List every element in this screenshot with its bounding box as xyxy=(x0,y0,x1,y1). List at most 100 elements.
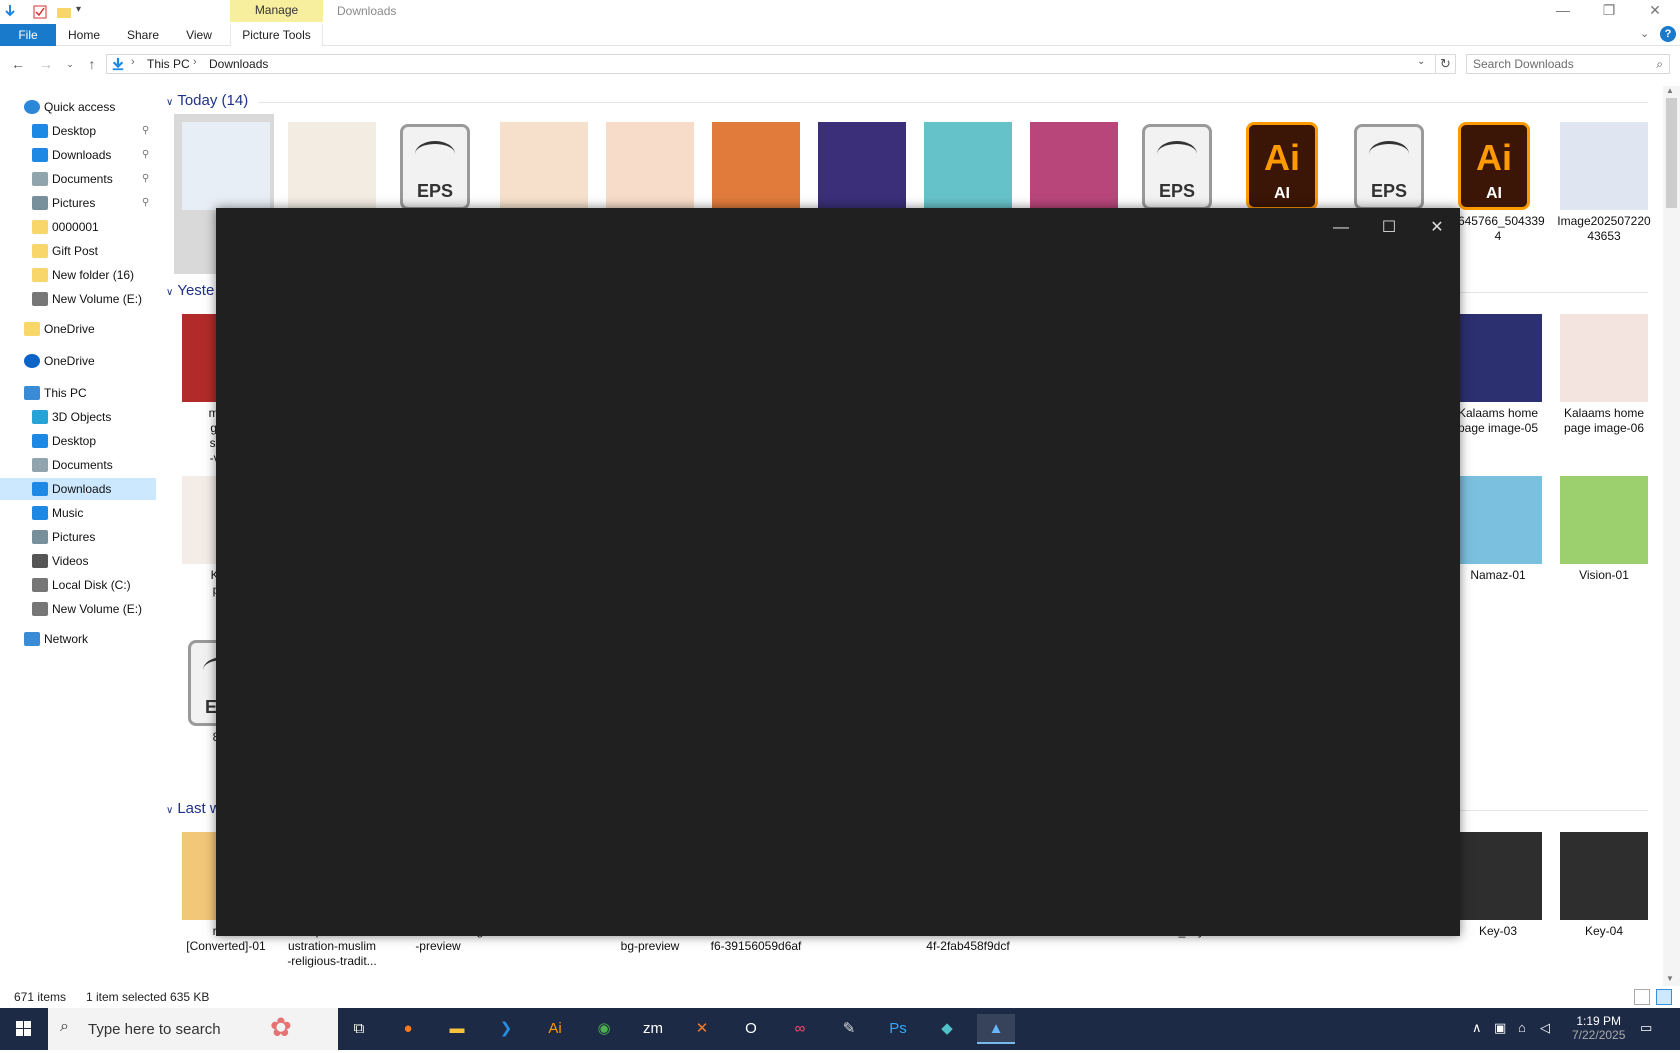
sidebar-item[interactable]: Desktop ⚲ xyxy=(0,120,156,142)
overlay-maximize-button[interactable]: ☐ xyxy=(1366,214,1412,242)
group-header-today[interactable]: ∨ Today (14) xyxy=(166,90,248,112)
overlay-minimize-button[interactable]: — xyxy=(1318,214,1364,242)
refresh-button[interactable]: ↻ xyxy=(1436,54,1456,74)
sidebar-item[interactable]: Downloads ⚲ xyxy=(0,144,156,166)
file-tile[interactable]: Image202507220 43653 xyxy=(1552,114,1652,274)
overlay-window[interactable]: — ☐ ✕ xyxy=(216,208,1460,936)
sidebar-item[interactable]: Network xyxy=(0,628,156,650)
recent-locations-icon[interactable]: ⌄ xyxy=(60,54,80,74)
group-header-yesterday[interactable]: ∨ Yeste xyxy=(166,280,214,302)
taskbar-search-input[interactable] xyxy=(88,1020,288,1038)
search-icon[interactable]: ⌕ xyxy=(1656,57,1663,72)
taskbar-app-pen-tool[interactable]: ✎ xyxy=(830,1014,868,1044)
start-button[interactable] xyxy=(0,1008,48,1050)
restore-button[interactable]: ❐ xyxy=(1586,0,1632,22)
new-folder-icon[interactable] xyxy=(56,4,72,20)
scroll-up-icon[interactable]: ▲ xyxy=(1666,86,1674,95)
taskbar-app-photos[interactable]: ▲ xyxy=(977,1014,1015,1044)
file-tile[interactable]: Kalaams home page image-05 xyxy=(1446,306,1546,466)
show-hidden-icons-icon[interactable]: ∧ xyxy=(1472,1020,1482,1036)
file-tile[interactable]: Namaz-01 xyxy=(1446,468,1546,628)
vertical-scrollbar[interactable]: ▲ ▼ xyxy=(1663,86,1680,986)
file-tile[interactable]: Vision-01 xyxy=(1552,468,1652,628)
taskbar-app-firefox[interactable]: ● xyxy=(389,1014,427,1044)
chevron-down-icon: ∨ xyxy=(166,805,174,816)
taskbar-app-chrome[interactable]: ◉ xyxy=(585,1014,623,1044)
taskbar-app-file-explorer[interactable]: ▬ xyxy=(438,1014,476,1044)
sidebar-item[interactable]: Documents ⚲ xyxy=(0,168,156,190)
pin-icon[interactable]: ⚲ xyxy=(142,120,149,142)
sidebar-item[interactable]: This PC xyxy=(0,382,156,404)
tab-view[interactable]: View xyxy=(174,24,224,46)
sidebar-item[interactable]: Pictures ⚲ xyxy=(0,192,156,214)
file-tile[interactable]: Key-03 xyxy=(1446,824,1546,984)
sidebar-item[interactable]: New Volume (E:) xyxy=(0,598,156,620)
taskbar-search[interactable]: ⌕ ✿ xyxy=(48,1008,338,1050)
file-name: Kalaams home page image-06 xyxy=(1563,406,1645,435)
sidebar-item[interactable]: OneDrive xyxy=(0,350,156,372)
sidebar-item[interactable]: Downloads xyxy=(0,478,156,500)
manage-context-tab[interactable]: Manage xyxy=(230,0,323,22)
taskbar-app-vscode[interactable]: ❯ xyxy=(487,1014,525,1044)
minimize-button[interactable]: — xyxy=(1540,0,1586,22)
tab-share[interactable]: Share xyxy=(116,24,170,46)
file-tile[interactable]: Key-04 xyxy=(1552,824,1652,984)
large-icons-view-icon[interactable] xyxy=(1656,989,1672,1005)
sidebar-item[interactable]: Desktop xyxy=(0,430,156,452)
download-arrow-icon[interactable] xyxy=(2,4,18,20)
scrollbar-thumb[interactable] xyxy=(1666,98,1677,208)
clock[interactable]: 1:19 PM 7/22/2025 xyxy=(1572,1014,1625,1042)
sidebar-item[interactable]: 0000001 xyxy=(0,216,156,238)
sidebar-item[interactable]: Quick access xyxy=(0,96,156,118)
sidebar-item[interactable]: Gift Post xyxy=(0,240,156,262)
network-icon[interactable]: ⌂ xyxy=(1518,1020,1526,1035)
sidebar-item[interactable]: New folder (16) xyxy=(0,264,156,286)
sidebar-item[interactable]: Pictures xyxy=(0,526,156,548)
chevron-down-icon[interactable]: ⌄ xyxy=(1417,56,1425,67)
pin-icon[interactable]: ⚲ xyxy=(142,192,149,214)
notifications-icon[interactable]: ▭ xyxy=(1640,1020,1652,1036)
taskbar-app-xampp[interactable]: ✕ xyxy=(683,1014,721,1044)
sidebar-item[interactable]: Documents xyxy=(0,454,156,476)
breadcrumb-downloads[interactable]: Downloads xyxy=(209,57,268,71)
taskbar-app-task-view[interactable]: ⧉ xyxy=(340,1014,378,1044)
scroll-down-icon[interactable]: ▼ xyxy=(1666,974,1674,983)
back-button[interactable]: ← xyxy=(8,54,28,74)
overlay-close-button[interactable]: ✕ xyxy=(1414,214,1460,242)
expand-ribbon-icon[interactable]: ⌄ xyxy=(1640,27,1649,40)
search-input[interactable] xyxy=(1473,57,1643,71)
sidebar-item-label: Pictures xyxy=(52,530,96,544)
sidebar-item[interactable]: Videos xyxy=(0,550,156,572)
taskbar-app-creative-cloud[interactable]: ∞ xyxy=(781,1014,819,1044)
taskbar-app-zoom[interactable]: zm xyxy=(634,1014,672,1044)
details-view-icon[interactable] xyxy=(1634,989,1650,1005)
file-tile[interactable]: Kalaams home page image-06 xyxy=(1552,306,1652,466)
customize-qat-icon[interactable]: ▾ xyxy=(76,4,92,20)
breadcrumb-this-pc[interactable]: This PC xyxy=(147,57,190,71)
search-box[interactable]: ⌕ xyxy=(1466,54,1670,74)
pin-icon[interactable]: ⚲ xyxy=(142,144,149,166)
tab-file[interactable]: File xyxy=(0,24,56,46)
tab-picture-tools[interactable]: Picture Tools xyxy=(230,24,323,46)
sidebar-item[interactable]: OneDrive xyxy=(0,318,156,340)
group-header-last-week[interactable]: ∨ Last w xyxy=(166,798,221,820)
pin-icon[interactable]: ⚲ xyxy=(142,168,149,190)
address-bar[interactable]: › This PC › Downloads ⌄ xyxy=(106,54,1436,74)
security-icon[interactable]: ▣ xyxy=(1494,1020,1506,1036)
taskbar-app-photoshop[interactable]: Ps xyxy=(879,1014,917,1044)
close-button[interactable]: ✕ xyxy=(1632,0,1678,22)
sidebar-item[interactable]: Local Disk (C:) xyxy=(0,574,156,596)
tab-home[interactable]: Home xyxy=(56,24,112,46)
forward-button[interactable]: → xyxy=(36,54,56,74)
up-button[interactable]: ↑ xyxy=(82,54,102,74)
sidebar-item[interactable]: Music xyxy=(0,502,156,524)
sidebar-item[interactable]: New Volume (E:) xyxy=(0,288,156,310)
taskbar-app-outlook[interactable]: O xyxy=(732,1014,770,1044)
taskbar-app-app-diamond[interactable]: ◆ xyxy=(928,1014,966,1044)
sidebar-item[interactable]: 3D Objects xyxy=(0,406,156,428)
taskbar-app-illustrator[interactable]: Ai xyxy=(536,1014,574,1044)
volume-icon[interactable]: ◁ xyxy=(1540,1020,1550,1036)
file-tile[interactable]: Ai AI 2645766_504339 4 xyxy=(1446,114,1546,274)
help-icon[interactable]: ? xyxy=(1660,26,1676,42)
properties-icon[interactable] xyxy=(32,4,48,20)
